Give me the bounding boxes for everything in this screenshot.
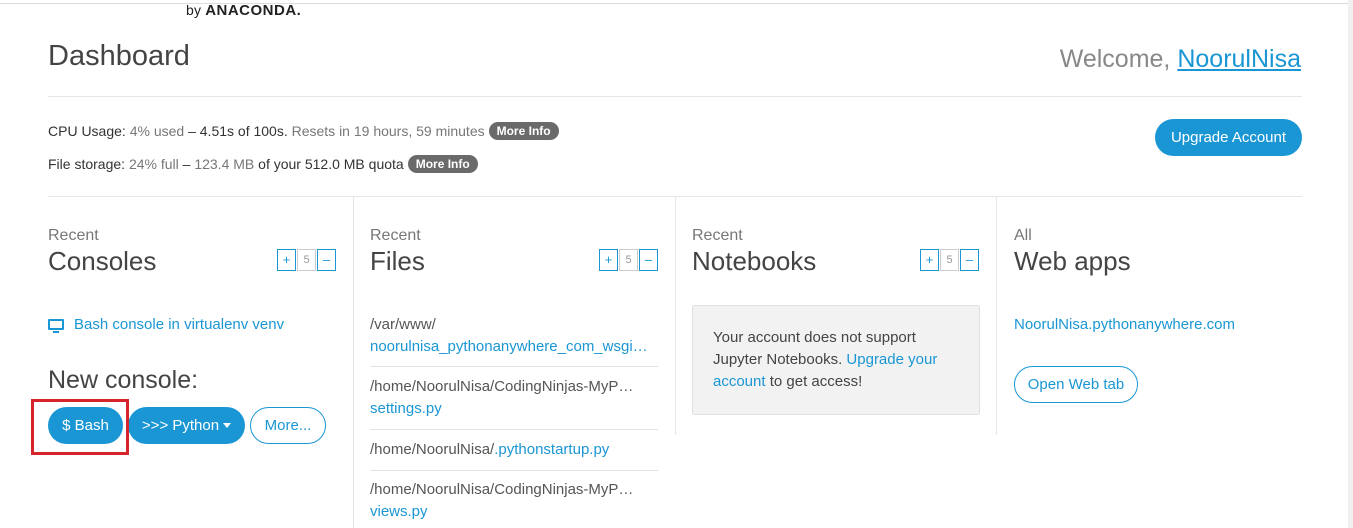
increase-button[interactable]: +: [277, 249, 296, 271]
file-item[interactable]: /home/NoorulNisa/CodingNinjas-MyP… views…: [370, 479, 658, 523]
monitor-icon: [48, 319, 64, 333]
column-divider: [996, 197, 997, 435]
recent-console-link[interactable]: Bash console in virtualenv venv: [48, 316, 284, 333]
notice-text-end: to get access!: [769, 373, 863, 390]
recent-console-label: Bash console in virtualenv venv: [74, 316, 285, 333]
decrease-button[interactable]: –: [317, 249, 336, 271]
notebooks-stepper: + 5 –: [920, 249, 979, 271]
file-path: /var/www/: [370, 316, 436, 333]
file-item[interactable]: /home/NoorulNisa/CodingNinjas-MyP… setti…: [370, 376, 658, 420]
list-divider: [370, 470, 658, 471]
webapp-link[interactable]: NoorulNisa.pythonanywhere.com: [1014, 316, 1235, 333]
highlight-box: [31, 399, 129, 455]
cpu-seconds: 4.51s of 100s.: [199, 123, 288, 139]
count-display: 5: [297, 249, 316, 271]
consoles-title: Consoles: [48, 246, 157, 276]
storage-label: File storage:: [48, 156, 126, 172]
list-divider: [370, 366, 658, 367]
brand-by: by: [186, 2, 202, 18]
webapps-subtitle: All: [1014, 227, 1032, 244]
cpu-dash: –: [188, 123, 196, 139]
files-title: Files: [370, 246, 425, 276]
storage-more-info-button[interactable]: More Info: [407, 155, 478, 173]
brand-name: ANACONDA.: [205, 2, 302, 19]
more-consoles-button[interactable]: More...: [250, 407, 326, 444]
cpu-reset: Resets in 19 hours, 59 minutes: [291, 123, 485, 139]
file-storage: File storage: 24% full – 123.4 MB of you…: [48, 155, 478, 173]
scrollbar[interactable]: [1348, 0, 1353, 528]
file-name-link[interactable]: views.py: [370, 501, 658, 523]
python-console-button[interactable]: >>> Python: [128, 407, 245, 444]
storage-used: 24% full: [128, 156, 179, 172]
consoles-subtitle: Recent: [48, 227, 99, 244]
files-subtitle: Recent: [370, 227, 421, 244]
decrease-button[interactable]: –: [639, 249, 658, 271]
increase-button[interactable]: +: [599, 249, 618, 271]
list-divider: [370, 429, 658, 430]
file-name-link[interactable]: noorulnisa_pythonanywhere_com_wsgi…: [370, 336, 658, 358]
storage-quota: of your 512.0 MB quota: [258, 156, 404, 172]
count-display: 5: [940, 249, 959, 271]
increase-button[interactable]: +: [920, 249, 939, 271]
file-item[interactable]: /var/www/ noorulnisa_pythonanywhere_com_…: [370, 314, 658, 358]
new-console-heading: New console:: [48, 366, 199, 394]
column-divider: [675, 197, 676, 435]
webapps-title: Web apps: [1014, 246, 1131, 276]
storage-amount: 123.4 MB: [194, 156, 255, 172]
divider: [48, 96, 1302, 97]
cpu-more-info-button[interactable]: More Info: [488, 122, 559, 140]
open-web-tab-button[interactable]: Open Web tab: [1014, 366, 1138, 403]
cpu-usage: CPU Usage: 4% used – 4.51s of 100s. Rese…: [48, 122, 559, 140]
consoles-stepper: + 5 –: [277, 249, 336, 271]
notebooks-notice: Your account does not support Jupyter No…: [692, 305, 980, 415]
file-name-link[interactable]: .pythonstartup.py: [494, 441, 609, 458]
brand-logo: by ANACONDA.: [186, 2, 301, 19]
cpu-used: 4% used: [129, 123, 185, 139]
storage-dash: –: [182, 156, 191, 172]
python-button-label: >>> Python: [141, 417, 220, 434]
caret-down-icon: [223, 423, 232, 428]
notebooks-title: Notebooks: [692, 246, 817, 276]
column-divider: [353, 197, 354, 528]
notebooks-subtitle: Recent: [692, 227, 743, 244]
file-item[interactable]: /home/NoorulNisa/.pythonstartup.py: [370, 439, 658, 461]
count-display: 5: [619, 249, 638, 271]
username-link[interactable]: NoorulNisa: [1177, 45, 1301, 73]
file-path: /home/NoorulNisa/CodingNinjas-MyP…: [370, 481, 634, 498]
cpu-label: CPU Usage:: [48, 123, 126, 139]
page-title: Dashboard: [48, 40, 190, 72]
decrease-button[interactable]: –: [960, 249, 979, 271]
file-path: /home/NoorulNisa/CodingNinjas-MyP…: [370, 378, 634, 395]
file-name-link[interactable]: settings.py: [370, 398, 658, 420]
files-stepper: + 5 –: [599, 249, 658, 271]
welcome-prefix: Welcome,: [1059, 45, 1171, 73]
file-path: /home/NoorulNisa/: [370, 441, 495, 458]
upgrade-account-button[interactable]: Upgrade Account: [1155, 119, 1302, 156]
welcome-message: Welcome, NoorulNisa: [1060, 45, 1301, 74]
